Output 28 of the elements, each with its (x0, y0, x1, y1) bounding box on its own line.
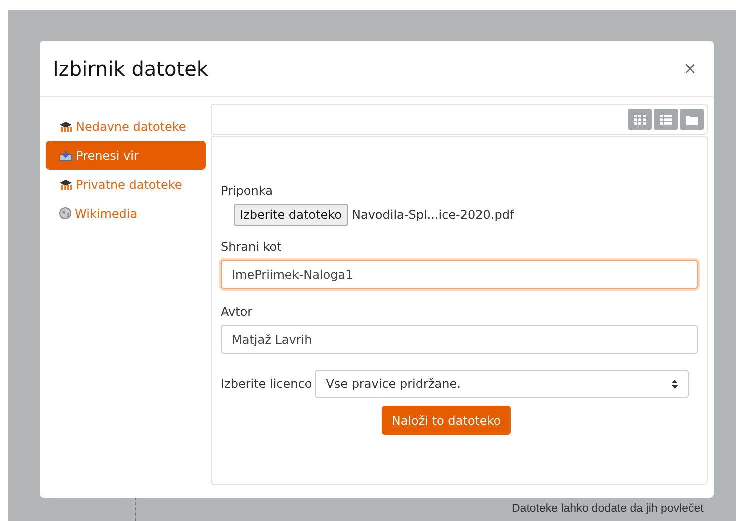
sidebar-item[interactable]: Nedavne datoteke (46, 112, 206, 141)
sidebar-item[interactable]: Wikimedia (46, 199, 206, 228)
field-label: Priponka (221, 184, 274, 198)
field-label: Avtor (221, 305, 254, 319)
sidebar-item[interactable]: Privatne datoteke (46, 170, 206, 199)
text-field[interactable]: ImePriimek-Naloga1 (221, 260, 698, 289)
graduation-cap-icon (59, 120, 73, 132)
file-name: Navodila-Spl...ice-2020.pdf (352, 208, 514, 222)
list-icon (660, 114, 672, 124)
grid-icon (634, 114, 646, 124)
drop-hint: Datoteke lahko dodate da jih povlečet (512, 503, 704, 515)
view-button[interactable] (628, 109, 652, 130)
field-label: Shrani kot (221, 240, 283, 254)
choose-file-button[interactable]: Izberite datoteko (234, 204, 348, 226)
sort-caret-icon (672, 380, 678, 388)
sidebar-item[interactable]: Prenesi vir (46, 141, 206, 170)
upload-icon (59, 150, 73, 162)
folder-icon (686, 114, 698, 124)
graduation-cap-icon (59, 178, 73, 190)
field-label: Izberite licenco (221, 377, 312, 391)
license-select[interactable]: Vse pravice pridržane. (315, 370, 690, 398)
globe-icon (59, 207, 72, 220)
view-button[interactable] (654, 109, 678, 130)
text-field[interactable]: Matjaž Lavrih (221, 325, 698, 354)
dialog-title: Izbirnik datotek (53, 56, 208, 80)
upload-button[interactable]: Naloži to datoteko (382, 406, 512, 435)
view-button[interactable] (680, 109, 704, 130)
close-button[interactable]: × (680, 59, 701, 78)
